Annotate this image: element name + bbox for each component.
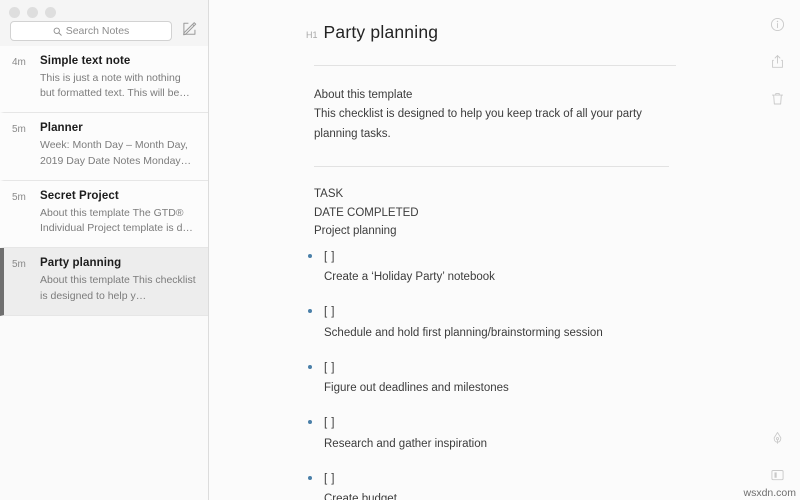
- note-list[interactable]: 4m Simple text note This is just a note …: [0, 46, 208, 500]
- zoom-button[interactable]: [45, 7, 56, 18]
- list-item[interactable]: [ ] Create budget: [306, 471, 668, 500]
- note-body: Simple text note This is just a note wit…: [40, 55, 196, 101]
- checklist-label: Research and gather inspiration: [324, 437, 488, 450]
- close-button[interactable]: [9, 7, 20, 18]
- search-icon: [53, 27, 62, 36]
- bullet-icon: [306, 360, 324, 398]
- notes-app-window: Search Notes 4m Simple text note This is…: [0, 0, 800, 500]
- checklist-body: [ ] Figure out deadlines and milestones: [324, 360, 668, 398]
- checklist-body: [ ] Create a ‘Holiday Party’ notebook: [324, 249, 668, 287]
- bullet-icon: [306, 249, 324, 287]
- bullet-icon: [306, 471, 324, 500]
- checkbox-glyph[interactable]: [ ]: [324, 249, 668, 266]
- minimize-button[interactable]: [27, 7, 38, 18]
- note-snippet: This is just a note with nothing but for…: [40, 72, 190, 100]
- checklist-label: Create a ‘Holiday Party’ notebook: [324, 271, 495, 284]
- note-body: Party planning About this template This …: [40, 257, 196, 303]
- note-snippet: Week: Month Day – Month Day, 2019 Day Da…: [40, 139, 192, 167]
- share-button[interactable]: [762, 49, 792, 79]
- list-item[interactable]: 5m Secret Project About this template Th…: [0, 180, 208, 249]
- note-timestamp: 5m: [12, 259, 26, 271]
- annotate-button[interactable]: [762, 426, 792, 456]
- intro-block: About this template This checklist is de…: [306, 66, 668, 144]
- search-input[interactable]: Search Notes: [10, 21, 172, 41]
- window-traffic-lights[interactable]: [9, 7, 56, 18]
- checkbox-glyph[interactable]: [ ]: [324, 415, 668, 432]
- checklist-label: Figure out deadlines and milestones: [324, 382, 509, 395]
- info-icon: [770, 17, 785, 37]
- task-meta-block: TASK DATE COMPLETED Project planning: [306, 167, 668, 241]
- note-timestamp: 5m: [12, 191, 26, 203]
- search-row: Search Notes: [10, 20, 200, 42]
- note-timestamp: 5m: [12, 124, 26, 136]
- document-body: H1 Party planning About this template Th…: [306, 0, 676, 500]
- date-column-header: DATE COMPLETED: [314, 206, 419, 219]
- task-column-header: TASK: [314, 187, 344, 200]
- sidebar-header: Search Notes: [0, 0, 208, 46]
- page-title[interactable]: Party planning: [324, 22, 439, 43]
- note-body: Planner Week: Month Day – Month Day, 201…: [40, 122, 196, 168]
- compose-icon: [181, 20, 198, 42]
- checkbox-glyph[interactable]: [ ]: [324, 471, 668, 488]
- list-item[interactable]: [ ] Research and gather inspiration: [306, 415, 668, 453]
- list-item[interactable]: [ ] Schedule and hold first planning/bra…: [306, 304, 668, 342]
- note-title: Secret Project: [40, 189, 119, 202]
- checkbox-glyph[interactable]: [ ]: [324, 304, 668, 321]
- note-snippet: About this template The GTD® Individual …: [40, 206, 193, 235]
- heading-level-tag: H1: [306, 30, 318, 40]
- document-title-row: H1 Party planning: [306, 22, 668, 43]
- watermark: wsxdn.com: [743, 487, 796, 499]
- delete-button[interactable]: [762, 86, 792, 116]
- checklist-label: Schedule and hold first planning/brainst…: [324, 326, 603, 339]
- list-item-selected[interactable]: 5m Party planning About this template Th…: [0, 248, 208, 316]
- list-item[interactable]: [ ] Figure out deadlines and milestones: [306, 360, 668, 398]
- note-title: Planner: [40, 122, 83, 135]
- sidebar: Search Notes 4m Simple text note This is…: [0, 0, 209, 500]
- note-snippet: About this template This checklist is de…: [40, 274, 196, 302]
- checklist: [ ] Create a ‘Holiday Party’ notebook [ …: [306, 241, 668, 500]
- pen-nib-icon: [770, 431, 785, 452]
- bullet-icon: [306, 415, 324, 453]
- search-placeholder: Search Notes: [65, 25, 130, 37]
- trash-icon: [770, 91, 785, 111]
- note-body: Secret Project About this template The G…: [40, 190, 196, 236]
- right-toolbar: [754, 0, 800, 500]
- list-item[interactable]: [ ] Create a ‘Holiday Party’ notebook: [306, 249, 668, 287]
- list-item[interactable]: 4m Simple text note This is just a note …: [0, 46, 208, 114]
- bullet-icon: [306, 304, 324, 342]
- intro-text: This checklist is designed to help you k…: [314, 108, 642, 140]
- note-title: Simple text note: [40, 55, 131, 67]
- info-button[interactable]: [762, 12, 792, 42]
- checklist-body: [ ] Create budget: [324, 471, 668, 500]
- section-label: Project planning: [314, 225, 397, 238]
- note-title: Party planning: [40, 257, 122, 270]
- note-timestamp: 4m: [12, 57, 26, 68]
- intro-label: About this template: [314, 89, 413, 101]
- checklist-label: Create budget: [324, 493, 397, 500]
- panel-toggle-icon: [770, 468, 785, 487]
- checklist-body: [ ] Research and gather inspiration: [324, 415, 668, 453]
- compose-note-button[interactable]: [178, 20, 200, 42]
- list-item[interactable]: 5m Planner Week: Month Day – Month Day, …: [0, 113, 208, 181]
- checkbox-glyph[interactable]: [ ]: [324, 360, 668, 377]
- checklist-body: [ ] Schedule and hold first planning/bra…: [324, 304, 668, 342]
- note-editor[interactable]: H1 Party planning About this template Th…: [209, 0, 800, 500]
- share-icon: [770, 54, 785, 74]
